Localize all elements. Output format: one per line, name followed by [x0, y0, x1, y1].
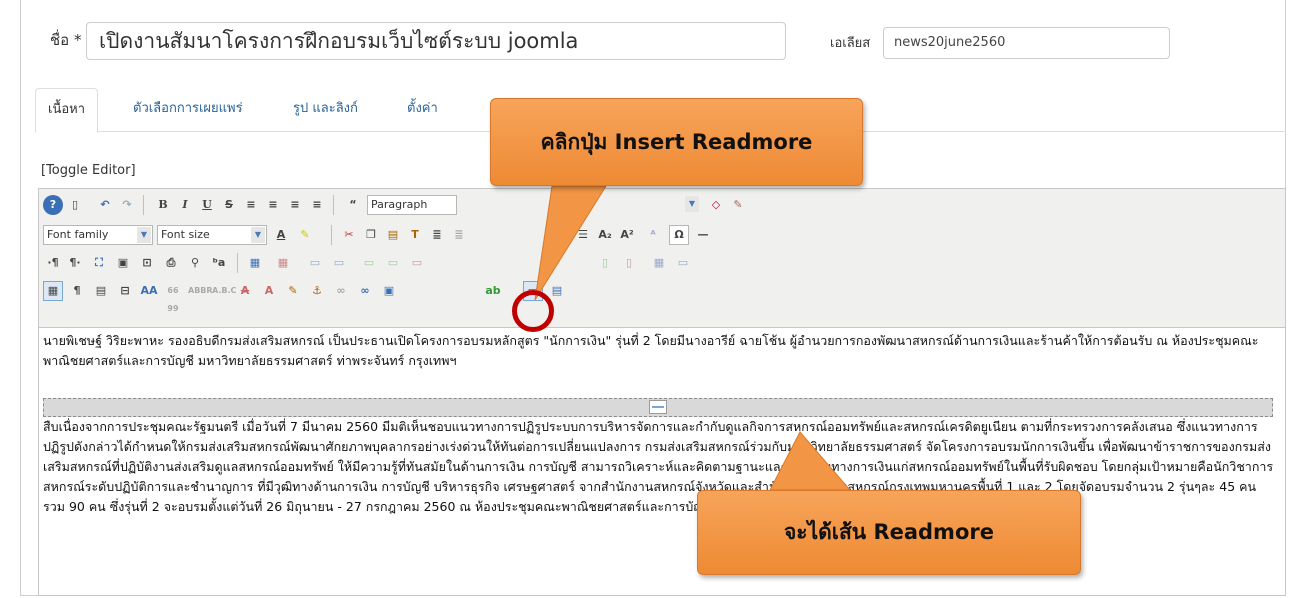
- chevron-down-icon: ▼: [251, 227, 265, 243]
- attributes-icon[interactable]: ✎: [283, 281, 303, 301]
- copy-icon[interactable]: ❐: [361, 225, 381, 245]
- superscript-icon[interactable]: A²: [617, 225, 637, 245]
- template-icon[interactable]: ▤: [91, 281, 111, 301]
- unlink-icon: ∞: [336, 284, 346, 297]
- font-size-select[interactable]: Font size ▼: [157, 225, 267, 245]
- align-justify-icon[interactable]: ≡: [307, 195, 327, 215]
- align-right-icon[interactable]: ≡: [285, 195, 305, 215]
- table-icon[interactable]: ▦: [245, 253, 265, 273]
- visual-aid-icon[interactable]: ▦: [43, 281, 63, 301]
- cut-icon[interactable]: ✂: [339, 225, 359, 245]
- layer-icon[interactable]: ⊟: [115, 281, 135, 301]
- table-merge-icon: ▯: [625, 256, 633, 269]
- toolbar-separator: [143, 195, 144, 215]
- special-character-icon[interactable]: Ω: [669, 225, 689, 245]
- callout-top-text: คลิกปุ่ม Insert Readmore: [540, 130, 813, 154]
- toolbar-separator: [333, 195, 334, 215]
- align-left-icon[interactable]: ≡: [241, 195, 261, 215]
- toolbar-separator: [331, 225, 332, 245]
- italic-icon[interactable]: I: [175, 195, 195, 215]
- table-delete-row-icon: ▭: [411, 256, 423, 269]
- subscript-icon[interactable]: A₂: [595, 225, 615, 245]
- editor-toolbar: ? ▯ ↶ ↷ B I U S ≡ ≡ ≡ ≡ “ Paragraph ▼ ◇ …: [39, 189, 1285, 328]
- table-col-before-icon: ▭: [363, 256, 375, 269]
- paste-icon[interactable]: ▤: [383, 225, 403, 245]
- bold-icon[interactable]: B: [153, 195, 173, 215]
- tab-publishing-options[interactable]: ตัวเลือกการเผยแพร่: [121, 88, 255, 132]
- abbr-icon: ABBR: [188, 286, 213, 295]
- alias-label: เอเลียส: [830, 36, 871, 51]
- table-split-icon: ▯: [601, 256, 609, 269]
- readmore-separator[interactable]: [43, 398, 1273, 417]
- anchor-icon[interactable]: ⚓: [307, 281, 327, 301]
- rich-text-editor: ? ▯ ↶ ↷ B I U S ≡ ≡ ≡ ≡ “ Paragraph ▼ ◇ …: [38, 188, 1286, 596]
- toggle-editor-link[interactable]: [Toggle Editor]: [41, 163, 136, 178]
- callout-bottom: จะได้เส้น Readmore: [697, 490, 1081, 575]
- link-icon[interactable]: ∞: [355, 281, 375, 301]
- undo-icon[interactable]: ↶: [95, 195, 115, 215]
- cleanup-icon[interactable]: ✎: [728, 195, 748, 215]
- table-col-after-icon: ▭: [387, 256, 399, 269]
- delete-text-icon: A: [240, 284, 250, 297]
- rtl-icon[interactable]: ¶·: [65, 253, 85, 273]
- blockquote-icon[interactable]: “: [343, 195, 363, 215]
- styles-icon[interactable]: AA: [139, 281, 159, 301]
- insert-text-icon: A: [264, 284, 274, 297]
- ltr-icon[interactable]: ·¶: [43, 253, 63, 273]
- font-size-value: Font size: [161, 228, 210, 241]
- acronym-icon: A.B.C: [212, 286, 237, 295]
- chevron-down-icon: ▼: [137, 227, 151, 243]
- source-code-icon[interactable]: ⊡: [137, 253, 157, 273]
- help-icon[interactable]: ?: [43, 195, 63, 215]
- show-blocks-icon[interactable]: ¶: [67, 281, 87, 301]
- redo-icon[interactable]: ↷: [117, 195, 137, 215]
- cite-icon: 66 99: [167, 286, 179, 313]
- readmore-icon: [649, 400, 667, 414]
- paste-word-icon[interactable]: ≣: [427, 225, 447, 245]
- table-cell-props-icon: ▦: [653, 256, 665, 269]
- numbered-list-icon[interactable]: ☰: [573, 225, 593, 245]
- tab-content[interactable]: เนื้อหา: [35, 88, 99, 133]
- highlight-color-icon[interactable]: ✎: [295, 225, 315, 245]
- print-icon[interactable]: ⎙: [161, 253, 181, 273]
- align-center-icon[interactable]: ≡: [263, 195, 283, 215]
- title-label: ชื่อ *: [50, 31, 82, 49]
- table-row-props-icon: ▭: [677, 256, 689, 269]
- toolbar-separator: [237, 253, 238, 273]
- format-select-value: Paragraph: [371, 198, 428, 211]
- font-family-value: Font family: [47, 228, 109, 241]
- title-input[interactable]: เปิดงานสัมนาโครงการฝึกอบรมเว็บไซต์ระบบ j…: [86, 22, 786, 60]
- font-family-select[interactable]: Font family ▼: [43, 225, 153, 245]
- alias-input[interactable]: news20june2560: [883, 27, 1170, 59]
- callout-bottom-text: จะได้เส้น Readmore: [784, 520, 994, 544]
- image-icon[interactable]: ▣: [379, 281, 399, 301]
- chevron-down-icon[interactable]: ▼: [685, 196, 699, 212]
- character-map-disabled-icon: ᴬ: [650, 228, 656, 241]
- fullscreen-icon[interactable]: ⛶: [89, 253, 109, 273]
- content-paragraph: นายพิเชษฐ์ วิริยะพาหะ รองอธิบดีกรมส่งเสร…: [43, 333, 1259, 368]
- preview-icon[interactable]: ▣: [113, 253, 133, 273]
- highlight-ring: [512, 290, 554, 332]
- content-paragraph: สืบเนื่องจากการประชุมคณะรัฐมนตรี เมื่อวั…: [43, 419, 1274, 514]
- horizontal-rule-icon[interactable]: —: [693, 225, 713, 245]
- tab-settings[interactable]: ตั้งค่า: [395, 88, 450, 132]
- format-select[interactable]: Paragraph: [367, 195, 457, 215]
- underline-icon[interactable]: U: [197, 195, 217, 215]
- tab-images-links[interactable]: รูป และลิงก์: [281, 88, 370, 132]
- spellcheck-icon[interactable]: ᵇa: [209, 253, 229, 273]
- strikethrough-icon[interactable]: S: [219, 195, 239, 215]
- table-delete-icon: ▦: [277, 256, 289, 269]
- eraser-icon[interactable]: ◇: [706, 195, 726, 215]
- table-row-before-icon: ▭: [309, 256, 321, 269]
- format-select-extended: ▼: [587, 195, 701, 215]
- paste-text-icon[interactable]: T: [405, 225, 425, 245]
- find-icon[interactable]: ⚲: [185, 253, 205, 273]
- search-replace-icon[interactable]: ≣: [449, 225, 469, 245]
- article-link-icon[interactable]: ab: [483, 281, 503, 301]
- text-color-icon[interactable]: A: [271, 225, 291, 245]
- table-row-after-icon: ▭: [333, 256, 345, 269]
- callout-top: คลิกปุ่ม Insert Readmore: [490, 98, 863, 186]
- new-document-icon[interactable]: ▯: [65, 195, 85, 215]
